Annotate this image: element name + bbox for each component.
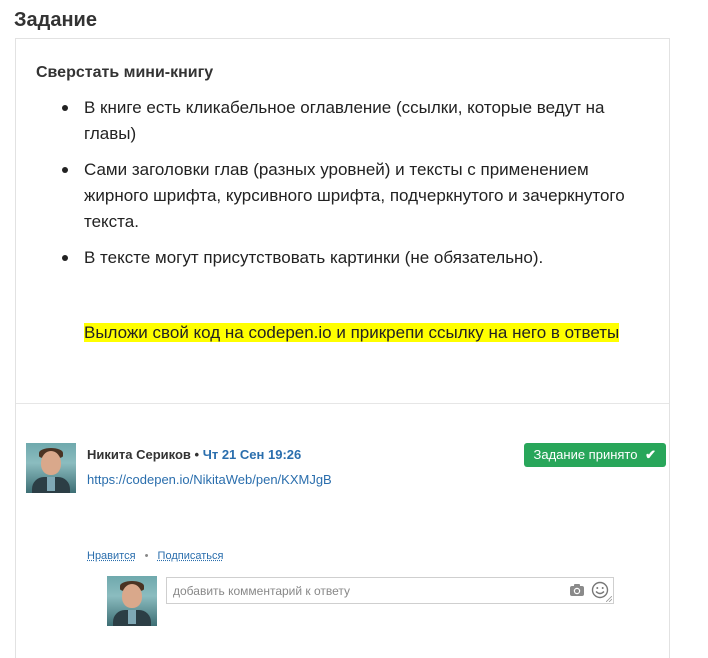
check-icon: ✔ [645,447,656,462]
bullet-icon [62,255,68,261]
comment-avatar [107,576,157,626]
subscribe-link[interactable]: Подписаться [158,550,224,562]
task-card: Сверстать мини-книгу В книге есть кликаб… [15,38,670,658]
avatar[interactable] [26,443,76,493]
list-item-text: В книге есть кликабельное оглавление (сс… [84,98,605,143]
camera-icon[interactable] [569,583,585,597]
task-list: В книге есть кликабельное оглавление (сс… [16,95,669,281]
bullet-icon [62,167,68,173]
list-item: В книге есть кликабельное оглавление (сс… [16,95,669,147]
comment-box [166,577,614,604]
meta-separator: • [194,447,200,462]
task-section: Сверстать мини-книгу В книге есть кликаб… [16,39,669,404]
author-name[interactable]: Никита Сериков [87,447,191,462]
bullet-icon [62,105,68,111]
actions-separator: • [144,550,149,562]
status-label: Задание принято [533,447,638,462]
answer-actions: Нравится • Подписаться [87,550,223,562]
highlighted-note: Выложи свой код на codepen.io и прикрепи… [84,320,644,346]
resize-grip-icon[interactable] [606,596,612,602]
answer-meta: Никита Сериков • Чт 21 Сен 19:26 [87,447,301,462]
status-badge[interactable]: Задание принято ✔ [523,443,666,467]
comment-input[interactable] [167,578,574,603]
list-item: В тексте могут присутствовать картинки (… [16,245,669,271]
task-title: Сверстать мини-книгу [36,64,214,81]
list-item: Сами заголовки глав (разных уровней) и т… [16,157,669,235]
like-link[interactable]: Нравится [87,550,136,562]
list-item-text: В тексте могут присутствовать картинки (… [84,248,544,267]
list-item-text: Сами заголовки глав (разных уровней) и т… [84,160,625,231]
answer-date[interactable]: Чт 21 Сен 19:26 [203,447,302,462]
codepen-link[interactable]: https://codepen.io/NikitaWeb/pen/KXMJgB [87,472,332,487]
page-title: Задание [14,9,97,31]
highlighted-note-text: Выложи свой код на codepen.io и прикрепи… [84,323,620,342]
